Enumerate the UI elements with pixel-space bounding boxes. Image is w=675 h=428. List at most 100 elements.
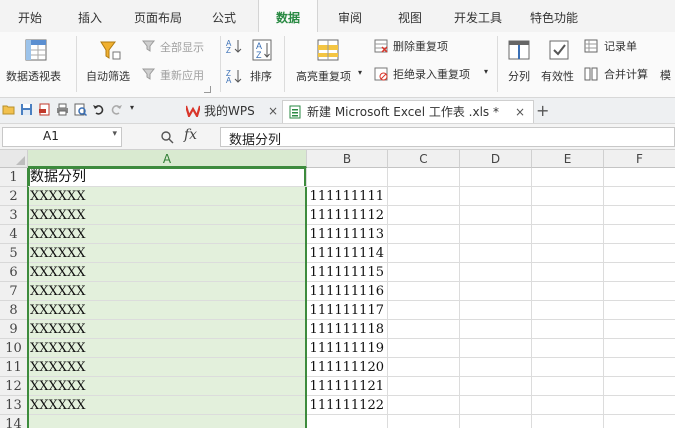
close-icon[interactable]: ×	[515, 101, 525, 123]
formula-input[interactable]: 数据分列	[220, 127, 675, 148]
cell-e[interactable]	[532, 187, 604, 206]
cell-e[interactable]	[532, 244, 604, 263]
cell-e[interactable]	[532, 358, 604, 377]
cell-b[interactable]: 111111116	[307, 282, 388, 301]
cell-f[interactable]	[604, 225, 675, 244]
cell-a[interactable]: XXXXXX	[28, 225, 307, 244]
cell-d[interactable]	[460, 187, 532, 206]
cell-f[interactable]	[604, 206, 675, 225]
show-all-button[interactable]: 全部显示	[142, 37, 216, 55]
cell-c[interactable]	[388, 225, 460, 244]
cell-e[interactable]	[532, 415, 604, 428]
row-header[interactable]: 13	[0, 396, 28, 415]
menu-tab-insert[interactable]: 插入	[70, 0, 110, 32]
column-header-a[interactable]: A	[28, 150, 307, 168]
sort-button[interactable]: A Z 排序	[246, 34, 278, 94]
row-header[interactable]: 3	[0, 206, 28, 225]
cell-f[interactable]	[604, 320, 675, 339]
print-icon[interactable]	[56, 103, 69, 116]
cell-c[interactable]	[388, 415, 460, 428]
column-header-f[interactable]: F	[604, 150, 675, 168]
consolidate-button[interactable]: 合并计算	[584, 65, 654, 83]
row-header[interactable]: 4	[0, 225, 28, 244]
cell-a[interactable]: XXXXXX	[28, 263, 307, 282]
cell-d[interactable]	[460, 244, 532, 263]
remove-duplicates-button[interactable]: 删除重复项	[374, 37, 464, 55]
cell-f[interactable]	[604, 339, 675, 358]
select-all-corner[interactable]	[0, 150, 28, 168]
close-icon[interactable]: ×	[268, 100, 278, 122]
cell-b[interactable]	[307, 168, 388, 187]
cell-e[interactable]	[532, 168, 604, 187]
open-folder-icon[interactable]	[2, 103, 15, 116]
cell-a[interactable]	[28, 415, 307, 428]
cell-f[interactable]	[604, 358, 675, 377]
cell-a[interactable]: XXXXXX	[28, 244, 307, 263]
cell-b[interactable]: 111111118	[307, 320, 388, 339]
cell-b[interactable]: 111111121	[307, 377, 388, 396]
cell-a[interactable]: XXXXXX	[28, 206, 307, 225]
undo-icon[interactable]	[92, 103, 105, 116]
cell-d[interactable]	[460, 282, 532, 301]
menu-tab-home[interactable]: 开始	[6, 0, 54, 32]
column-header-e[interactable]: E	[532, 150, 604, 168]
cell-d[interactable]	[460, 415, 532, 428]
menu-tab-developer[interactable]: 开发工具	[446, 0, 510, 32]
cell-c[interactable]	[388, 244, 460, 263]
auto-filter-button[interactable]: 自动筛选	[82, 34, 138, 94]
cell-b[interactable]	[307, 415, 388, 428]
highlight-duplicates-button[interactable]: 高亮重复项 ▾	[292, 34, 366, 94]
cell-d[interactable]	[460, 225, 532, 244]
cell-b[interactable]: 111111114	[307, 244, 388, 263]
sort-ascending-button[interactable]: A Z	[226, 38, 244, 55]
cell-e[interactable]	[532, 301, 604, 320]
data-validation-button[interactable]: 有效性	[538, 34, 580, 94]
chevron-down-icon[interactable]: ▾	[112, 129, 117, 139]
cell-c[interactable]	[388, 396, 460, 415]
cell-f[interactable]	[604, 396, 675, 415]
cell-e[interactable]	[532, 263, 604, 282]
cell-e[interactable]	[532, 339, 604, 358]
cell-a[interactable]: 数据分列	[28, 168, 307, 187]
cell-a[interactable]: XXXXXX	[28, 282, 307, 301]
cell-a[interactable]: XXXXXX	[28, 301, 307, 320]
cell-d[interactable]	[460, 168, 532, 187]
export-pdf-icon[interactable]	[38, 103, 51, 116]
text-to-columns-button[interactable]: 分列	[502, 34, 536, 94]
cell-e[interactable]	[532, 396, 604, 415]
cell-b[interactable]: 111111113	[307, 225, 388, 244]
cell-b[interactable]: 111111117	[307, 301, 388, 320]
cell-f[interactable]	[604, 187, 675, 206]
cell-d[interactable]	[460, 206, 532, 225]
new-tab-button[interactable]: +	[536, 100, 549, 122]
insert-function-button[interactable]: fx	[184, 127, 197, 143]
cell-b[interactable]: 111111115	[307, 263, 388, 282]
cell-b[interactable]: 111111112	[307, 206, 388, 225]
doc-tab-my-wps[interactable]: 我的WPS ×	[144, 100, 284, 122]
menu-tab-review[interactable]: 审阅	[330, 0, 370, 32]
row-header[interactable]: 5	[0, 244, 28, 263]
row-header[interactable]: 12	[0, 377, 28, 396]
menu-tab-view[interactable]: 视图	[390, 0, 430, 32]
menu-tab-features[interactable]: 特色功能	[522, 0, 586, 32]
doc-tab-workbook[interactable]: 新建 Microsoft Excel 工作表 .xls * ×	[282, 100, 534, 123]
menu-tab-formulas[interactable]: 公式	[204, 0, 244, 32]
cell-f[interactable]	[604, 415, 675, 428]
row-header[interactable]: 6	[0, 263, 28, 282]
cell-b[interactable]: 111111120	[307, 358, 388, 377]
more-button[interactable]: 模	[660, 67, 671, 83]
record-form-button[interactable]: 记录单	[584, 37, 654, 55]
cell-f[interactable]	[604, 168, 675, 187]
redo-icon[interactable]	[110, 103, 123, 116]
cell-d[interactable]	[460, 320, 532, 339]
cell-f[interactable]	[604, 377, 675, 396]
row-header[interactable]: 9	[0, 320, 28, 339]
reapply-button[interactable]: 重新应用	[142, 65, 216, 83]
cell-c[interactable]	[388, 187, 460, 206]
cell-b[interactable]: 111111122	[307, 396, 388, 415]
cell-c[interactable]	[388, 377, 460, 396]
cell-c[interactable]	[388, 168, 460, 187]
cell-e[interactable]	[532, 225, 604, 244]
cell-f[interactable]	[604, 244, 675, 263]
cell-d[interactable]	[460, 377, 532, 396]
